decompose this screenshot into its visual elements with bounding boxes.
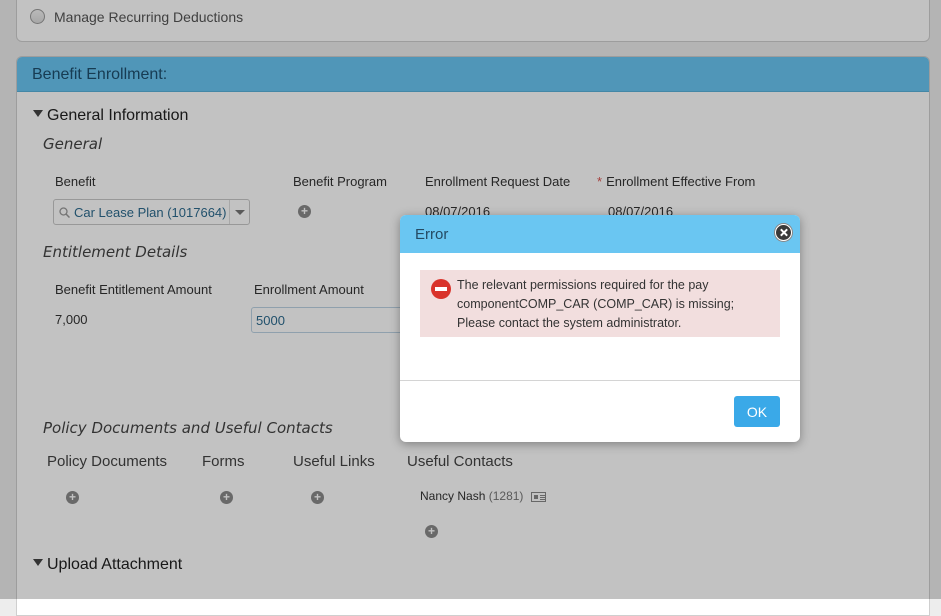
error-stop-icon <box>431 279 451 299</box>
ok-button[interactable]: OK <box>734 396 780 427</box>
page: Manage Recurring Deductions Benefit Enro… <box>0 0 941 616</box>
error-message-box: The relevant permissions required for th… <box>420 270 780 337</box>
error-message: The relevant permissions required for th… <box>457 278 735 330</box>
close-icon[interactable] <box>775 224 792 241</box>
error-dialog: Error The relevant permissions required … <box>400 215 800 442</box>
dialog-divider <box>400 380 800 381</box>
dialog-header: Error <box>400 215 800 253</box>
dialog-title: Error <box>415 226 449 243</box>
